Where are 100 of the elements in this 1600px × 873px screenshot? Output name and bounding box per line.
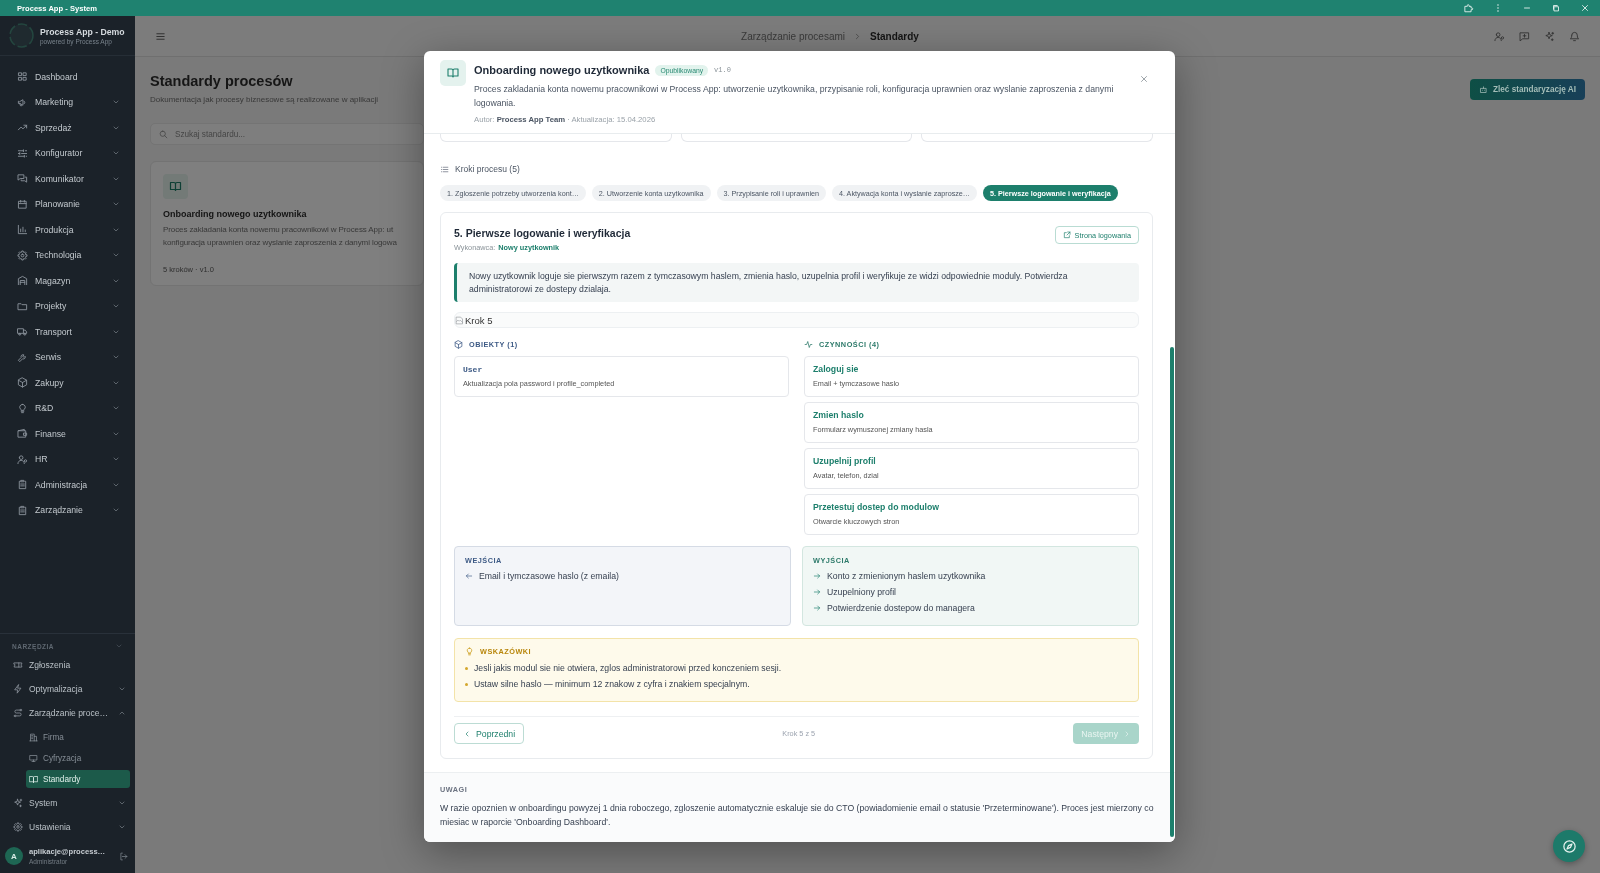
- bullet-icon: [465, 682, 468, 686]
- sidebar-subitem[interactable]: Standardy: [26, 770, 130, 788]
- menu-icon[interactable]: [155, 30, 166, 42]
- sidebar-item[interactable]: Zakupy: [0, 370, 135, 396]
- step-description: Nowy uzytkownik loguje sie pierwszym razem z tymczasowym haslem, zmienia haslo, uzupelnia profil i weryfikuje ze widzi odpowiednie moduly. Potwierdza administratorowi ze dostepy dzialaja.: [454, 263, 1139, 302]
- chevron-left-icon: [463, 729, 471, 738]
- clipboard-icon: [17, 479, 28, 491]
- arrow-right-icon: [813, 604, 821, 612]
- previous-button[interactable]: Poprzedni: [454, 723, 525, 744]
- action-title: Przetestuj dostep do modulow: [813, 502, 940, 513]
- sidebar-item[interactable]: Serwis: [0, 344, 135, 370]
- wrench-icon: [17, 351, 28, 363]
- sidebar-item[interactable]: Produkcja: [0, 217, 135, 243]
- book-icon: [163, 174, 188, 199]
- scrollbar-thumb[interactable]: [1170, 347, 1174, 837]
- monitor-icon: [29, 753, 38, 763]
- sidebar-item[interactable]: Zarządzanie: [0, 497, 135, 523]
- puzzle-icon[interactable]: [1464, 3, 1474, 13]
- chevron-down-icon[interactable]: [115, 642, 123, 650]
- sparkles-icon[interactable]: [1544, 30, 1555, 42]
- logout-icon[interactable]: [119, 851, 128, 861]
- sidebar-item[interactable]: Konfigurator: [0, 140, 135, 166]
- robot-icon: [1479, 85, 1488, 94]
- sidebar-subitem[interactable]: Firma: [26, 728, 130, 746]
- compass-icon: [1561, 838, 1577, 854]
- action-title: Zmien haslo: [813, 410, 865, 421]
- sidebar-item[interactable]: Transport: [0, 319, 135, 345]
- grid-icon: [17, 71, 28, 83]
- ai-standardize-button[interactable]: Zleć standaryzację AI: [1470, 79, 1585, 100]
- notes-text: W razie opoznien w onboardingu powyzej 1 dnia roboczego, zgloszenie automatycznie eskaluje sie do CTO (powiadomienie email o statusie 'Przeterminowane'). Proces jest mierzony co miesiac w raporcie 'Onboarding Dashboard'.: [440, 802, 1155, 829]
- section-heading: Kroki procesu (5): [455, 164, 520, 174]
- gear-icon: [17, 249, 28, 261]
- route-icon: [13, 708, 23, 718]
- sidebar-item[interactable]: Projekty: [0, 293, 135, 319]
- sidebar-item[interactable]: Dashboard: [0, 64, 135, 90]
- close-icon[interactable]: [1580, 3, 1590, 13]
- action-title: Zaloguj sie: [813, 364, 860, 375]
- sidebar-item[interactable]: HR: [0, 446, 135, 472]
- sidebar-item[interactable]: Finanse: [0, 421, 135, 447]
- arrow-left-icon: [465, 572, 473, 580]
- sidebar-item[interactable]: Optymalizacja: [0, 677, 135, 701]
- sidebar-item[interactable]: Technologia: [0, 242, 135, 268]
- truck-icon: [17, 326, 28, 338]
- list-icon: [440, 164, 449, 174]
- folder-icon: [17, 300, 28, 312]
- sidebar-item[interactable]: Magazyn: [0, 268, 135, 294]
- breadcrumb-item[interactable]: Standardy: [870, 30, 919, 42]
- logo-icon: [9, 23, 34, 48]
- chat-plus-icon[interactable]: [1519, 30, 1530, 42]
- book-icon: [29, 774, 38, 784]
- bar-chart-icon: [17, 224, 28, 236]
- app-name: Process App - Demo: [40, 26, 125, 37]
- card-title: Onboarding nowego uzytkownika: [163, 208, 308, 220]
- tip-text: Ustaw silne haslo — minimum 12 znakow z cyfra i znakiem specjalnym.: [474, 678, 750, 691]
- sidebar-item[interactable]: Komunikator: [0, 166, 135, 192]
- lightbulb-icon: [17, 402, 28, 414]
- sidebar-item[interactable]: Planowanie: [0, 191, 135, 217]
- sparkles-icon: [13, 798, 23, 808]
- search-icon: [159, 129, 168, 139]
- user-icon[interactable]: [1494, 30, 1505, 42]
- page-title: Standardy procesów: [150, 72, 294, 90]
- sidebar-subitem[interactable]: Cyfryzacja: [26, 749, 130, 767]
- ticket-icon: [13, 660, 23, 670]
- broken-image-icon: [455, 315, 464, 325]
- bell-icon[interactable]: [1569, 30, 1580, 42]
- external-link-icon: [1062, 231, 1071, 239]
- output-item: Konto z zmienionym haslem uzytkownika: [827, 570, 986, 583]
- output-item: Uzupelniony profil: [827, 586, 897, 599]
- restore-icon[interactable]: [1551, 3, 1561, 13]
- cube-icon: [454, 339, 463, 349]
- sliders-icon: [17, 147, 28, 159]
- warehouse-icon: [17, 275, 28, 287]
- step-title: 5. Pierwsze logowanie i weryfikacja: [454, 226, 631, 240]
- user-icon: [17, 453, 28, 465]
- wallet-icon: [17, 428, 28, 440]
- book-icon: [440, 60, 466, 86]
- tip-text: Jesli jakis modul sie nie otwiera, zglos administratorowi przed konczeniem sesji.: [474, 662, 782, 675]
- lightning-icon: [13, 684, 23, 694]
- sidebar-item[interactable]: System: [0, 791, 135, 815]
- chevron-right-icon: [1123, 729, 1131, 738]
- sidebar-item[interactable]: Ustawienia: [0, 815, 135, 839]
- bullet-icon: [465, 666, 468, 670]
- settings-icon: [13, 822, 23, 832]
- chevron-right-icon: [853, 31, 862, 41]
- image-alt-text: Krok 5: [465, 314, 493, 326]
- building-icon: [29, 732, 38, 742]
- close-icon[interactable]: [1139, 74, 1149, 84]
- sidebar-item[interactable]: Administracja: [0, 472, 135, 498]
- sidebar-item[interactable]: Zgłoszenia: [0, 653, 135, 677]
- sidebar-item[interactable]: Sprzedaż: [0, 115, 135, 141]
- chat-bubbles-icon: [17, 173, 28, 185]
- clipboard-icon: [17, 504, 28, 516]
- cube-icon: [17, 377, 28, 389]
- output-item: Potwierdzenie dostepow do managera: [827, 602, 975, 615]
- activity-icon: [804, 339, 813, 349]
- sidebar-item[interactable]: R&D: [0, 395, 135, 421]
- input-item: Email i tymczasowe haslo (z emaila): [479, 570, 619, 583]
- sidebar-item[interactable]: Zarządzanie proce…: [0, 701, 135, 725]
- sidebar-item[interactable]: Marketing: [0, 89, 135, 115]
- calendar-icon: [17, 198, 28, 210]
